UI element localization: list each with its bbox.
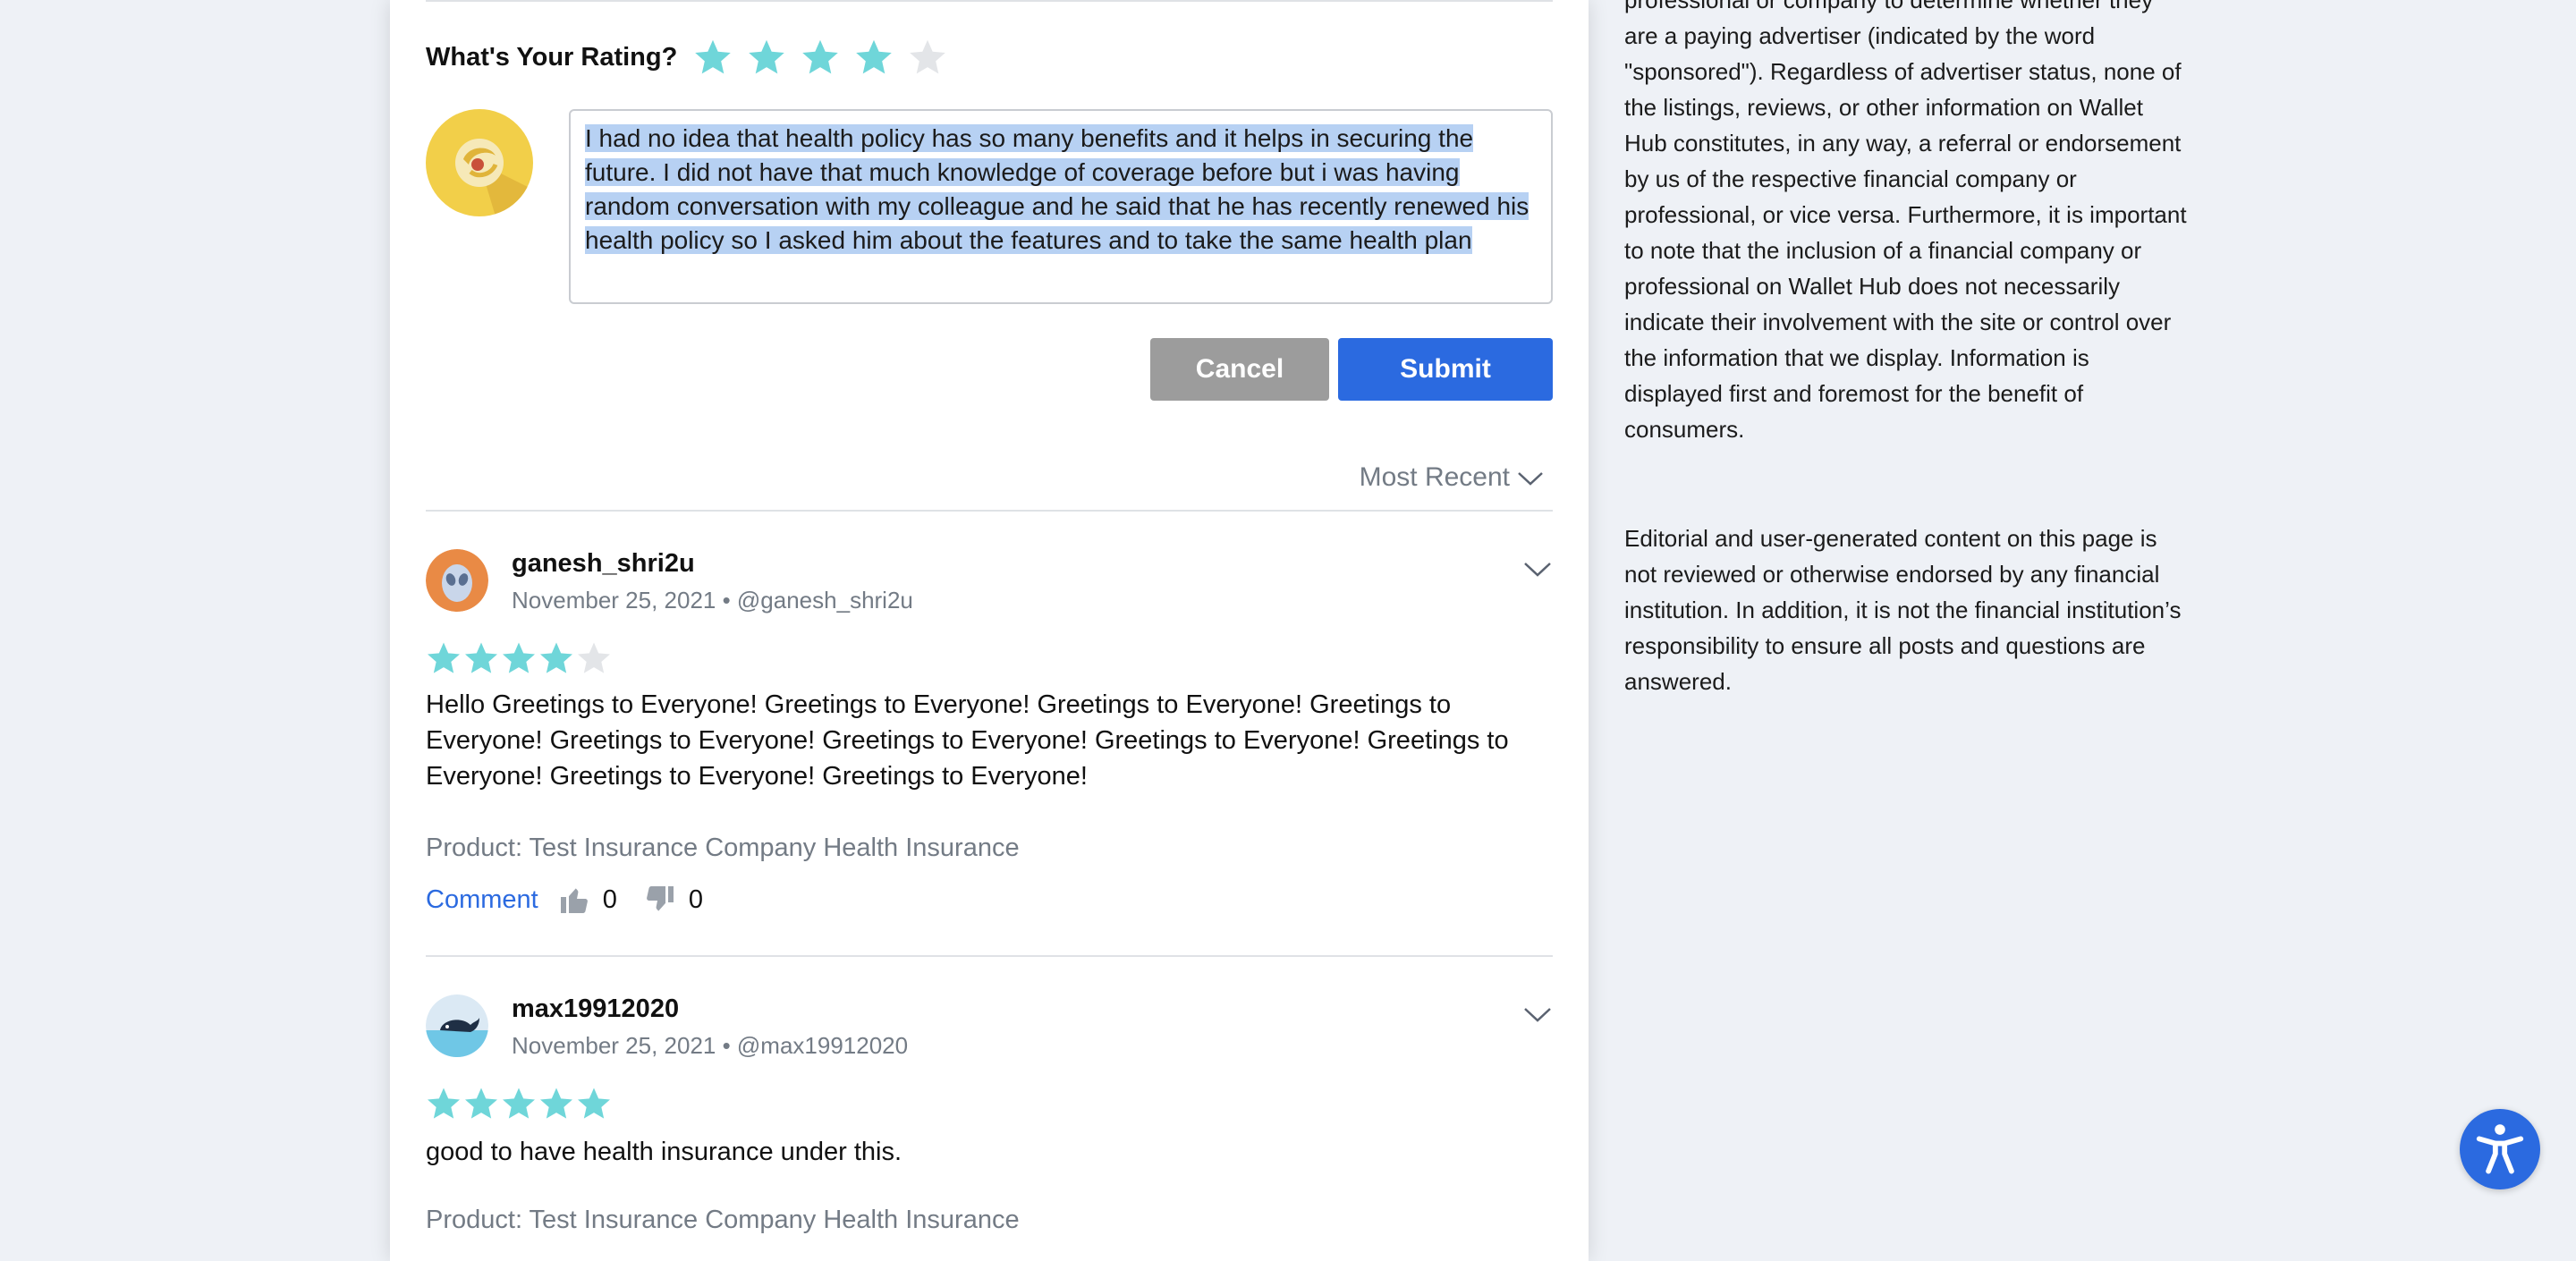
- thumbs-down-icon: [646, 886, 674, 911]
- reviews-card: What's Your Rating? I had no idea that h…: [390, 0, 1589, 1261]
- review-text-selected: I had no idea that health policy has so …: [585, 124, 1530, 254]
- review-stars: [426, 640, 614, 676]
- star-icon: [910, 39, 946, 74]
- accessibility-button[interactable]: [2460, 1109, 2540, 1189]
- rating-star-3[interactable]: [793, 33, 847, 81]
- downvote-button[interactable]: 0: [644, 884, 703, 916]
- review-actions: Comment 0 0: [426, 884, 730, 916]
- comment-link[interactable]: Comment: [426, 885, 538, 915]
- star-icon: [802, 39, 839, 74]
- star-icon: [695, 39, 732, 74]
- thumbs-up-icon: [560, 888, 588, 913]
- star-icon: [503, 642, 535, 673]
- rating-label: What's Your Rating?: [426, 42, 678, 72]
- current-user-avatar: [426, 109, 533, 216]
- rating-star-5[interactable]: [901, 33, 954, 81]
- rating-stars-input: [686, 33, 954, 81]
- review-textarea[interactable]: I had no idea that health policy has so …: [569, 109, 1553, 304]
- accessibility-icon: [2476, 1124, 2524, 1174]
- review-text: Hello Greetings to Everyone! Greetings t…: [426, 690, 1509, 791]
- review-text: good to have health insurance under this…: [426, 1138, 902, 1166]
- star-icon: [540, 1088, 572, 1119]
- disclaimer-text: Editorial and user-generated content on …: [1624, 525, 2182, 695]
- rating-star-1[interactable]: [686, 33, 740, 81]
- avatar: [426, 994, 488, 1057]
- divider: [426, 0, 1553, 2]
- downvote-count: 0: [688, 884, 703, 914]
- avatar: [426, 549, 488, 612]
- rating-row: What's Your Rating?: [426, 34, 954, 80]
- disclaimer-text: professional or company to determine whe…: [1624, 0, 2187, 443]
- review-product: Product: Test Insurance Company Health I…: [426, 834, 1020, 862]
- chevron-down-icon: [1518, 472, 1543, 486]
- review-username[interactable]: max19912020: [512, 994, 679, 1024]
- star-icon: [856, 39, 893, 74]
- review-stars: [426, 1086, 614, 1121]
- chevron-down-icon[interactable]: [1522, 1003, 1553, 1025]
- upvote-count: 0: [602, 884, 617, 914]
- star-icon: [428, 1088, 460, 1119]
- cancel-button[interactable]: Cancel: [1150, 338, 1329, 401]
- rating-star-4[interactable]: [847, 33, 901, 81]
- review-meta: November 25, 2021 • @ganesh_shri2u: [512, 587, 913, 614]
- upvote-button[interactable]: 0: [558, 884, 617, 916]
- star-icon: [540, 642, 572, 673]
- star-icon: [578, 1088, 610, 1119]
- chevron-down-icon[interactable]: [1522, 558, 1553, 580]
- review-meta: November 25, 2021 • @max19912020: [512, 1032, 909, 1059]
- star-icon: [428, 642, 460, 673]
- star-icon: [503, 1088, 535, 1119]
- review-username[interactable]: ganesh_shri2u: [512, 549, 695, 579]
- divider: [426, 510, 1553, 512]
- star-icon: [465, 1088, 497, 1119]
- review-product: Product: Test Insurance Company Health I…: [426, 1206, 1020, 1234]
- rating-star-2[interactable]: [740, 33, 793, 81]
- star-icon: [465, 642, 497, 673]
- submit-button[interactable]: Submit: [1338, 338, 1553, 401]
- divider: [426, 955, 1553, 957]
- sort-dropdown[interactable]: Most Recent: [1360, 458, 1544, 497]
- sort-label: Most Recent: [1359, 462, 1510, 492]
- star-icon: [578, 642, 610, 673]
- star-icon: [749, 39, 785, 74]
